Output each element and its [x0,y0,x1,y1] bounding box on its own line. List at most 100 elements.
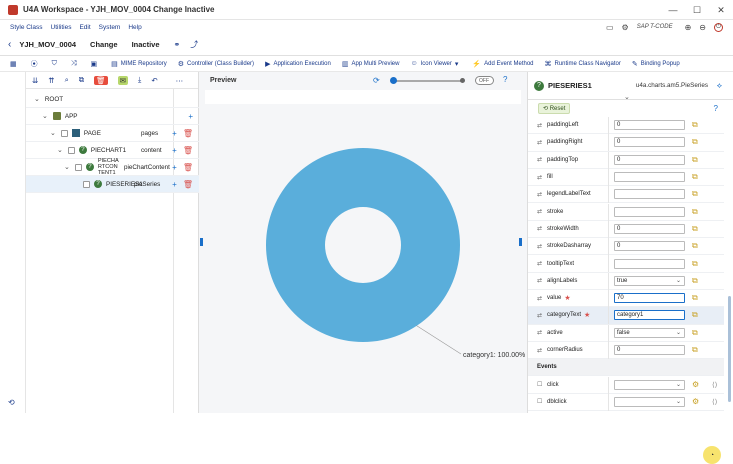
property-input[interactable]: 0 [614,137,685,148]
copy-icon[interactable]: ⧉ [79,75,84,85]
icon-viewer-button[interactable]: ☺ Icon Viewer ▾ [410,60,461,68]
application-execution-button[interactable]: ▶ Application Execution [265,60,331,68]
event-method-icon[interactable]: ⚙ [692,397,699,406]
tree-row-root[interactable]: ⌄ ROOT [26,91,199,108]
right-splitter-handle[interactable] [519,238,522,246]
shuffle-icon[interactable]: ⤨ [71,60,80,68]
event-select[interactable]: ⌄ [614,379,685,390]
menu-item-help[interactable]: Help [128,24,141,31]
binding-icon[interactable]: ⧉ [692,207,698,217]
property-select[interactable]: false ⌄ [614,327,685,338]
property-input[interactable]: category1 [614,310,685,321]
binding-icon[interactable]: ⧉ [692,241,698,251]
add-event-method-button[interactable]: ⚡ Add Event Method [472,60,533,68]
zoom-slider[interactable] [390,77,465,84]
mime-repository-button[interactable]: ▤ MIME Repository [111,60,167,68]
link-icon[interactable]: ⚭ [174,40,181,49]
add-icon[interactable]: + [172,129,177,138]
trash-icon[interactable]: 🗑 [183,129,193,138]
event-checkbox[interactable]: ☐ [537,381,545,388]
external-link-icon[interactable]: ⤴ [190,39,198,50]
event-method-icon[interactable]: ⚙ [692,380,699,389]
menu-item-system[interactable]: System [99,24,121,31]
navigate-icon[interactable]: ⟡ [717,81,722,91]
chevron-down-icon[interactable]: ⌄ [57,146,63,154]
binding-icon[interactable]: ⧉ [692,172,698,182]
property-input[interactable] [614,258,685,269]
menu-item-utilities[interactable]: Utilities [51,24,72,31]
property-input[interactable]: 70 [614,293,685,304]
binding-icon[interactable]: ⧉ [692,293,698,303]
help-icon[interactable]: ? [503,75,507,84]
tree-checkbox[interactable] [74,163,82,171]
tree-row-pieseries[interactable]: ? PIESERIES1 pieSeries + 🗑 [26,176,199,193]
shield-icon[interactable]: ⛉ [52,60,60,68]
tree-checkbox[interactable] [60,129,68,137]
binding-icon[interactable]: ⧉ [692,120,698,130]
property-input[interactable]: 0 [614,154,685,165]
pie-slice-category1[interactable] [266,147,460,343]
app-multi-preview-button[interactable]: ▥ App Multi Preview [342,60,400,68]
back-icon[interactable]: ‹ [8,39,11,50]
controller-button[interactable]: ⚙ Controller (Class Builder) [178,60,254,68]
chevron-down-icon[interactable]: ⌄ [34,95,40,103]
property-input[interactable]: 0 [614,120,685,131]
reset-button[interactable]: ⟲ Reset [538,102,571,114]
layout-icon[interactable]: ▦ [10,60,20,68]
delete-icon[interactable]: 🗑 [94,75,108,85]
download-icon[interactable]: ⤓ [138,75,141,85]
property-input[interactable] [614,206,685,217]
preview-toggle[interactable]: OFF [475,76,494,85]
gear-icon[interactable]: ⚙ [622,23,629,32]
save-icon[interactable]: ▣ [90,60,100,68]
tree-row-page[interactable]: ⌄ PAGE pages + 🗑 [26,125,199,142]
refresh-icon[interactable]: ⟲ [8,398,15,407]
property-input[interactable] [614,189,685,200]
tree-checkbox[interactable] [67,146,75,154]
help-icon[interactable]: ? [714,104,718,113]
binding-icon[interactable]: ⧉ [692,189,698,199]
maximize-icon[interactable]: ☐ [685,0,709,20]
runtime-class-navigator-button[interactable]: ⌘ Runtime Class Navigator [545,60,621,68]
collapse-all-icon[interactable]: ⇈ [48,76,54,85]
tree-row-piechart[interactable]: ⌄ ? PIECHART1 content + 🗑 [26,142,199,159]
more-icon[interactable]: ⋯ [176,76,184,85]
zoom-out-icon[interactable]: ⊖ [699,23,706,32]
chat-icon[interactable]: ▭ [606,23,614,32]
property-input[interactable]: 0 [614,223,685,234]
add-icon[interactable]: + [172,163,177,172]
binding-icon[interactable]: ⧉ [692,224,698,234]
event-select[interactable]: ⌄ [614,396,685,407]
binding-icon[interactable]: ⧉ [692,155,698,165]
undo-icon[interactable]: ↶ [151,76,157,85]
add-icon[interactable]: + [172,180,177,189]
tree-row-piechartcontent[interactable]: ⌄ ? PIECHA RTCON TENT1 pieChartContent +… [26,158,199,176]
comment-icon[interactable]: ✉ [117,75,128,85]
binding-icon[interactable]: ⧉ [692,259,698,269]
binding-icon[interactable]: ⧉ [692,345,698,355]
zoom-slider-knob[interactable] [390,77,398,84]
binding-icon[interactable]: ⧉ [692,310,698,320]
target-icon[interactable]: ⦿ [31,59,41,69]
sap-tcode-label[interactable]: SAP T-CODE [637,24,673,30]
event-checkbox[interactable]: ☐ [537,398,545,405]
tree-checkbox[interactable] [83,180,90,188]
menu-item-edit[interactable]: Edit [79,24,90,31]
trash-icon[interactable]: 🗑 [183,163,193,172]
property-input[interactable]: 0 [614,345,685,356]
binding-icon[interactable]: ⧉ [692,137,698,147]
trash-icon[interactable]: 🗑 [183,180,193,189]
add-icon[interactable]: + [188,112,193,121]
binding-icon[interactable]: ⧉ [692,328,698,338]
trash-icon[interactable]: 🗑 [183,146,193,155]
refresh-icon[interactable]: ⟳ [373,76,380,85]
expand-all-icon[interactable]: ⇊ [32,76,38,85]
binding-icon[interactable]: ⧉ [692,276,698,286]
code-icon[interactable]: ⟨⟩ [712,398,717,406]
chevron-down-icon[interactable]: ⌄ [50,129,56,137]
left-splitter-handle[interactable] [200,238,203,246]
add-icon[interactable]: + [172,146,177,155]
properties-scrollbar[interactable] [728,296,731,402]
close-icon[interactable]: ✕ [709,0,733,20]
logout-icon[interactable]: ⏻ [714,22,723,32]
